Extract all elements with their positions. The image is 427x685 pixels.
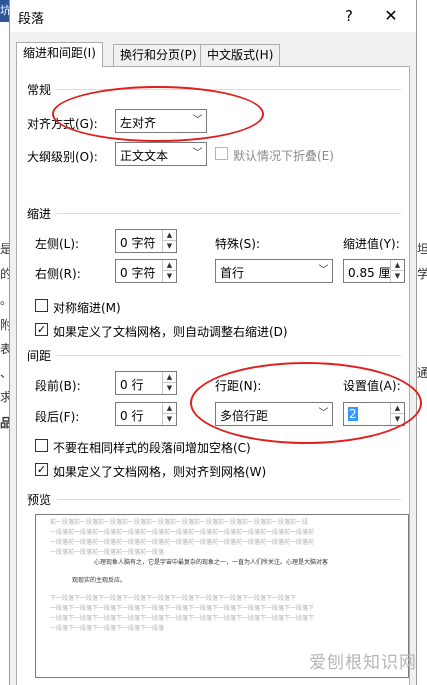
preview-next-line: 一段落下一段落下一段落下一段落下一段落 — [50, 625, 165, 632]
snap-to-grid-checkbox[interactable]: ✓ — [35, 463, 48, 476]
spacing-at-label: 设置值(A): — [343, 379, 401, 393]
spin-up-icon[interactable]: ▲ — [390, 260, 404, 271]
bg-char: 通 — [417, 366, 427, 380]
divider — [57, 213, 401, 214]
spinner-buttons: ▲ ▼ — [390, 260, 404, 282]
preview-sample-line: 观现实的主观反应。 — [72, 577, 127, 584]
spin-down-icon[interactable]: ▼ — [162, 414, 176, 425]
special-indent-value: 首行 — [220, 266, 245, 280]
spinner-buttons: ▲ ▼ — [162, 403, 176, 425]
indent-by-spinner[interactable]: 0.85 厘米 ▲ ▼ — [343, 259, 405, 283]
chevron-down-icon[interactable]: ﹀ — [189, 110, 206, 132]
special-label: 特殊(S): — [215, 237, 261, 251]
spin-up-icon[interactable]: ▲ — [162, 403, 176, 414]
spin-down-icon[interactable]: ▼ — [162, 271, 176, 282]
outline-level-label: 大纲级别(O): — [27, 150, 98, 164]
indent-left-label: 左侧(L): — [35, 237, 80, 251]
bg-char: 坦 — [417, 242, 427, 256]
divider — [57, 355, 401, 356]
spin-down-icon[interactable]: ▼ — [162, 383, 176, 394]
spin-up-icon[interactable]: ▲ — [162, 372, 176, 383]
spacing-before-spinner[interactable]: 0 行 ▲ ▼ — [115, 371, 177, 395]
bg-char: 学 — [417, 267, 427, 281]
tab-line-and-page-breaks[interactable]: 换行和分页(P) — [113, 44, 204, 66]
indent-left-value: 0 字符 — [120, 236, 156, 250]
dialog-title: 段落 — [18, 12, 45, 27]
collapse-label: 默认情况下折叠(E) — [233, 149, 334, 163]
indent-left-spinner[interactable]: 0 字符 ▲ ▼ — [115, 229, 177, 253]
indent-right-label: 右侧(R): — [35, 267, 81, 281]
tab-panel: 常规 对齐方式(G): 左对齐 ﹀ 大纲级别(O): 正文文本 ﹀ 默认情况下折… — [16, 66, 410, 685]
tab-asian-typography[interactable]: 中文版式(H) — [200, 44, 281, 66]
spinner-buttons: ▲ ▼ — [390, 403, 404, 425]
spin-up-icon[interactable]: ▲ — [390, 403, 404, 414]
mirror-indents-checkbox[interactable] — [35, 299, 48, 312]
auto-adjust-indent-label: 如果定义了文档网格，则自动调整右缩进(D) — [53, 325, 288, 339]
snap-to-grid-label: 如果定义了文档网格，则对齐到网格(W) — [53, 465, 267, 479]
section-spacing: 间距 — [27, 349, 52, 363]
spacing-at-spinner[interactable]: 2 ▲ ▼ — [343, 402, 405, 426]
spacing-after-spinner[interactable]: 0 行 ▲ ▼ — [115, 402, 177, 426]
alignment-label: 对齐方式(G): — [27, 117, 98, 131]
line-spacing-select[interactable]: 多倍行距 ﹀ — [215, 402, 333, 426]
chevron-down-icon[interactable]: ﹀ — [189, 143, 206, 165]
section-general: 常规 — [27, 83, 52, 97]
indent-by-label: 缩进值(Y): — [343, 237, 400, 251]
tab-indents-and-spacing[interactable]: 缩进和间距(I) — [16, 42, 103, 67]
spin-down-icon[interactable]: ▼ — [162, 241, 176, 252]
chevron-down-icon[interactable]: ﹀ — [315, 260, 332, 282]
spacing-before-value: 0 行 — [120, 378, 144, 392]
spacing-after-label: 段后(F): — [35, 410, 80, 424]
special-indent-select[interactable]: 首行 ﹀ — [215, 259, 333, 283]
spinner-buttons: ▲ ▼ — [162, 230, 176, 252]
title-bar: 段落 ? ✕ — [10, 0, 416, 32]
close-button[interactable]: ✕ — [380, 5, 402, 27]
collapse-checkbox[interactable] — [215, 147, 228, 160]
indent-right-value: 0 字符 — [120, 266, 156, 280]
preview-sample-line: 心理现象人脑有之，它是宇宙中最复杂的现象之一，一直为人们所关注。心理是大脑对客 — [94, 559, 329, 566]
no-space-same-style-checkbox[interactable] — [35, 439, 48, 452]
spinner-buttons: ▲ ▼ — [162, 260, 176, 282]
spacing-before-label: 段前(B): — [35, 379, 81, 393]
divider — [57, 89, 401, 90]
line-spacing-label: 行距(N): — [215, 379, 262, 393]
mirror-indents-label: 对称缩进(M) — [53, 301, 121, 315]
outline-level-select[interactable]: 正文文本 ﹀ — [115, 142, 207, 166]
auto-adjust-indent-checkbox[interactable]: ✓ — [35, 323, 48, 336]
line-spacing-value: 多倍行距 — [220, 409, 269, 423]
outline-level-value: 正文文本 — [120, 149, 169, 163]
spin-down-icon[interactable]: ▼ — [390, 414, 404, 425]
watermark-text: 爱刨根知识网 — [309, 653, 417, 673]
indent-right-spinner[interactable]: 0 字符 ▲ ▼ — [115, 259, 177, 283]
spinner-buttons: ▲ ▼ — [162, 372, 176, 394]
alignment-value: 左对齐 — [120, 116, 157, 130]
divider — [57, 499, 401, 500]
spacing-at-value: 2 — [348, 407, 358, 421]
chevron-down-icon[interactable]: ﹀ — [315, 403, 332, 425]
help-button[interactable]: ? — [338, 5, 360, 27]
indent-by-value: 0.85 厘米 — [348, 266, 390, 280]
spin-down-icon[interactable]: ▼ — [390, 271, 404, 282]
paragraph-dialog: 段落 ? ✕ 缩进和间距(I) 换行和分页(P) 中文版式(H) 常规 对齐方式… — [9, 0, 417, 685]
no-space-same-style-label: 不要在相同样式的段落间增加空格(C) — [53, 441, 251, 455]
section-preview: 预览 — [27, 493, 52, 507]
section-indentation: 缩进 — [27, 207, 52, 221]
spacing-after-value: 0 行 — [120, 409, 144, 423]
alignment-select[interactable]: 左对齐 ﹀ — [115, 109, 207, 133]
spin-up-icon[interactable]: ▲ — [162, 260, 176, 271]
spin-up-icon[interactable]: ▲ — [162, 230, 176, 241]
